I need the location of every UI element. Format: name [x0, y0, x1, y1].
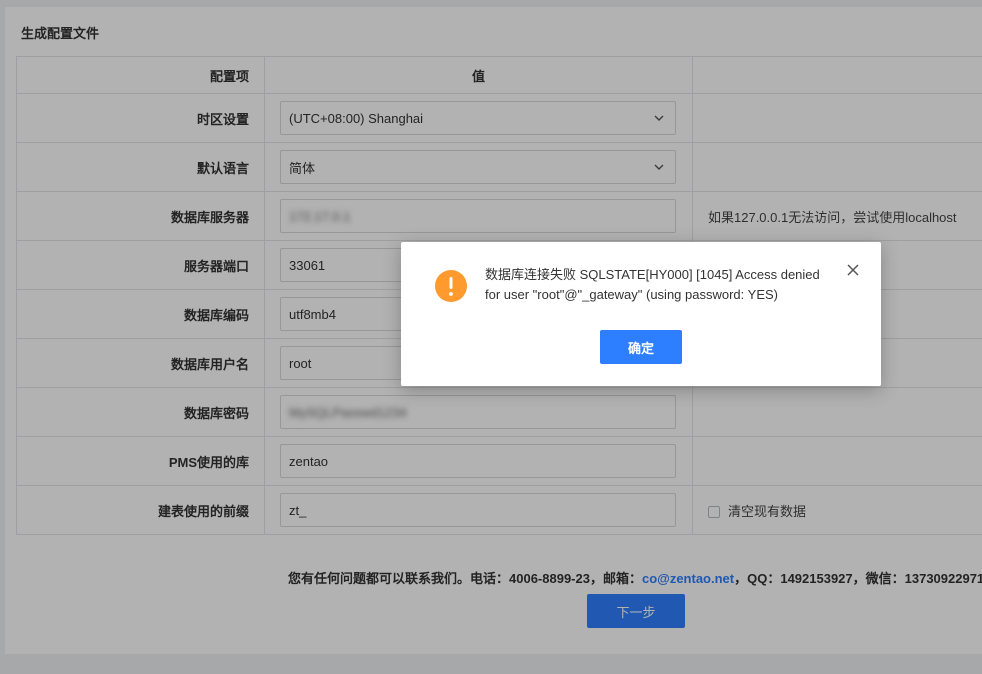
warning-icon [435, 270, 467, 302]
error-message: 数据库连接失败 SQLSTATE[HY000] [1045] Access de… [485, 267, 820, 302]
close-icon[interactable] [845, 262, 861, 278]
error-dialog: 数据库连接失败 SQLSTATE[HY000] [1045] Access de… [401, 242, 881, 386]
confirm-button[interactable]: 确定 [600, 330, 682, 364]
